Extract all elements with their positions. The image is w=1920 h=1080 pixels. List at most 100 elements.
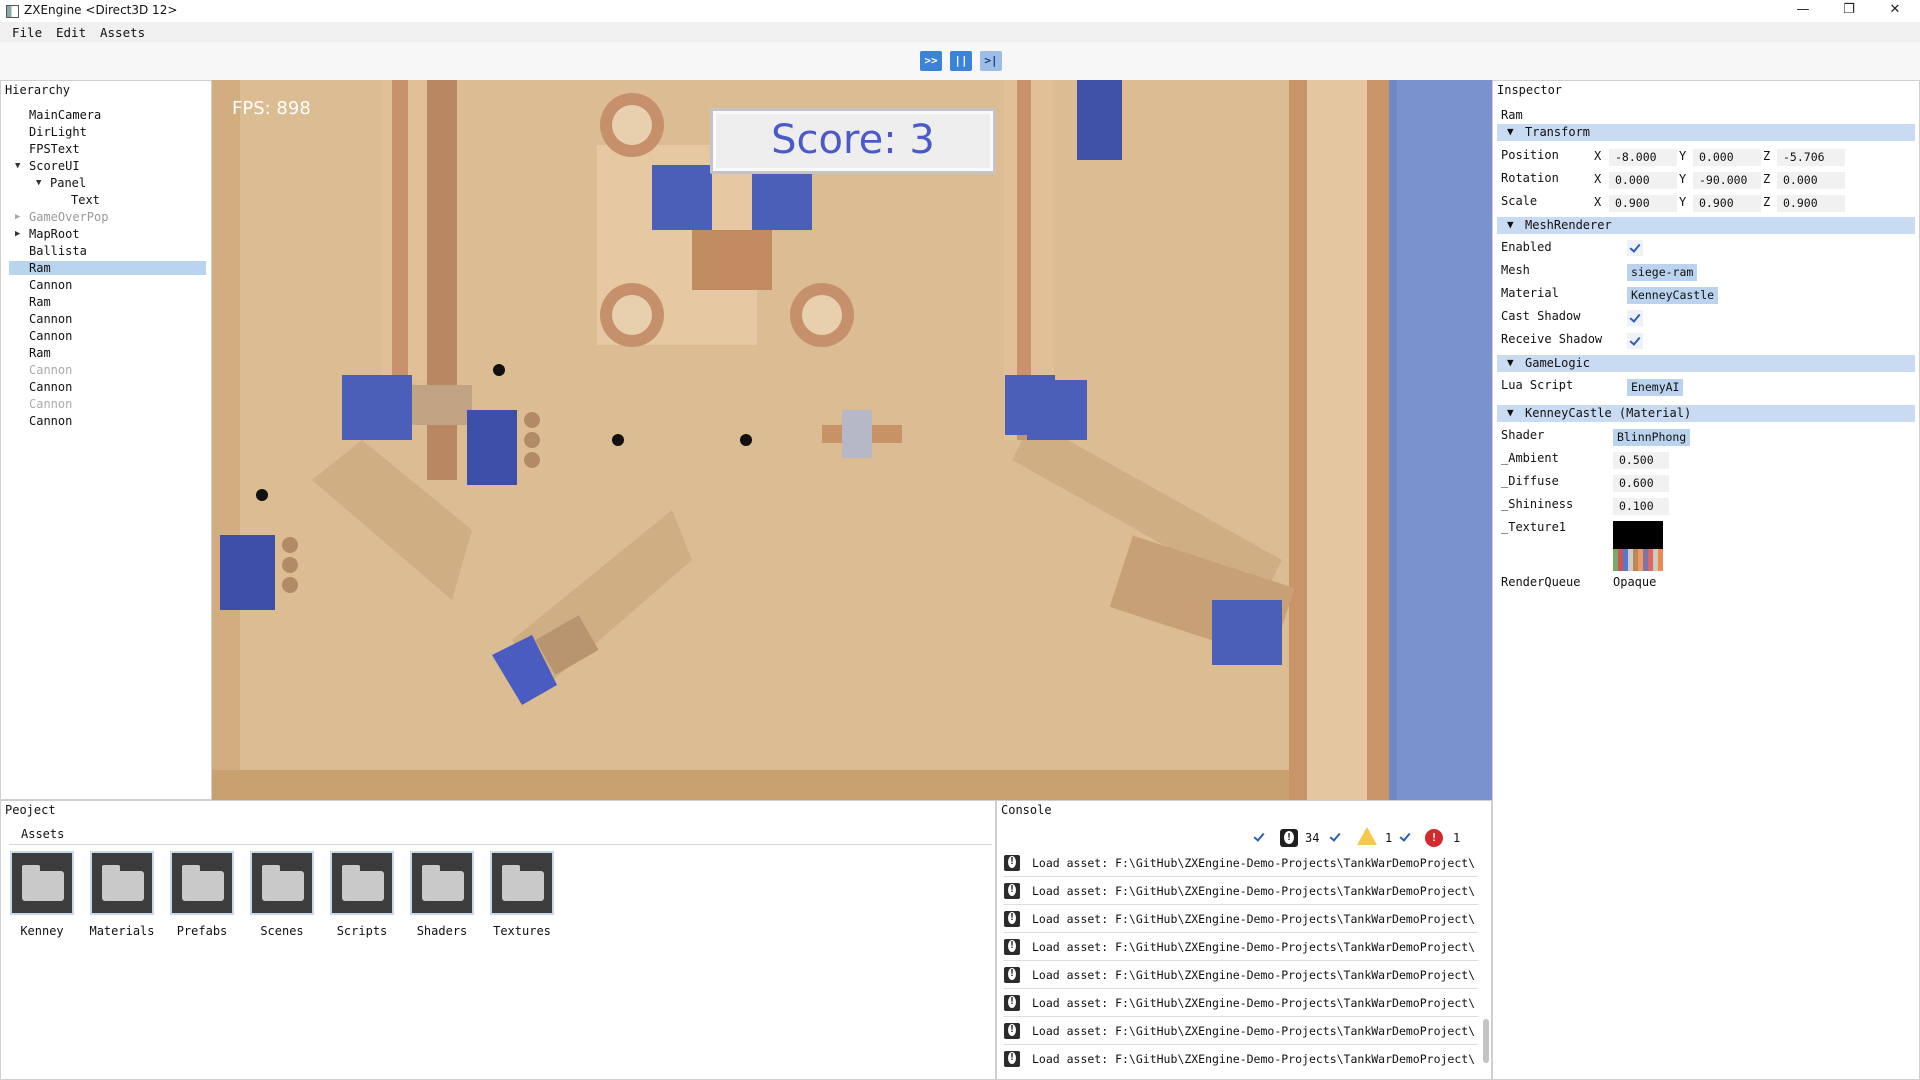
console-line[interactable]: Load asset: F:\GitHub\ZXEngine-Demo-Proj… — [1004, 934, 1478, 961]
expanded-arrow-icon[interactable]: ▼ — [36, 178, 41, 188]
hierarchy-item[interactable]: Cannon — [29, 397, 72, 411]
menu-assets[interactable]: Assets — [100, 25, 145, 40]
pause-button[interactable]: || — [950, 51, 972, 71]
transform-header[interactable]: ▼ Transform — [1497, 124, 1915, 141]
folder-label: Kenney — [20, 924, 64, 938]
lua-script-field[interactable]: EnemyAI — [1627, 379, 1684, 396]
folder-icon[interactable] — [490, 851, 554, 915]
folder-label: Scripts — [336, 924, 388, 938]
hierarchy-item[interactable]: Ram — [29, 346, 51, 360]
console-line[interactable]: Load asset: F:\GitHub\ZXEngine-Demo-Proj… — [1004, 906, 1478, 933]
console-line[interactable]: Load asset: F:\GitHub\ZXEngine-Demo-Proj… — [1004, 962, 1478, 989]
assets-tab[interactable]: Assets — [21, 827, 64, 841]
hierarchy-item[interactable]: Text — [71, 193, 100, 207]
position-x-field[interactable]: -8.000 — [1609, 149, 1677, 166]
console-line[interactable]: Load asset: F:\GitHub\ZXEngine-Demo-Proj… — [1004, 850, 1478, 877]
hierarchy-item[interactable]: Cannon — [29, 363, 72, 377]
hierarchy-item[interactable]: ScoreUI — [29, 159, 80, 173]
shininess-field[interactable]: 0.100 — [1613, 498, 1669, 515]
scale-y-field[interactable]: 0.900 — [1693, 195, 1761, 212]
folder-icon[interactable] — [250, 851, 314, 915]
console-scrollbar[interactable] — [1483, 1019, 1489, 1063]
enabled-checkbox[interactable] — [1627, 240, 1643, 256]
collapse-arrow-icon: ▼ — [1507, 356, 1514, 369]
console-text: Load asset: F:\GitHub\ZXEngine-Demo-Proj… — [1032, 1024, 1476, 1038]
folder-icon[interactable] — [90, 851, 154, 915]
divider — [9, 844, 992, 845]
game-view[interactable]: FPS: 898 Score: 3 — [212, 80, 1492, 800]
hierarchy-item[interactable]: Ram — [29, 295, 51, 309]
hierarchy-item[interactable]: Ballista — [29, 244, 87, 258]
console-line[interactable]: Load asset: F:\GitHub\ZXEngine-Demo-Proj… — [1004, 878, 1478, 905]
gamelogic-header[interactable]: ▼ GameLogic — [1497, 355, 1915, 372]
folder-icon[interactable] — [10, 851, 74, 915]
info-icon — [1004, 1023, 1020, 1039]
hierarchy-item[interactable]: Cannon — [29, 380, 72, 394]
collapsed-arrow-icon[interactable]: ▶ — [15, 229, 20, 239]
info-filter-checkbox[interactable] — [1251, 829, 1267, 845]
play-button[interactable]: >> — [920, 51, 942, 71]
menu-edit[interactable]: Edit — [56, 25, 86, 40]
project-title: Peoject — [5, 803, 56, 817]
console-line[interactable]: Load asset: F:\GitHub\ZXEngine-Demo-Proj… — [1004, 990, 1478, 1017]
collapsed-arrow-icon[interactable]: ▶ — [15, 212, 20, 222]
error-filter-checkbox[interactable] — [1397, 829, 1413, 845]
shader-field[interactable]: BlinnPhong — [1613, 429, 1691, 446]
hierarchy-item[interactable]: Panel — [50, 176, 86, 190]
console-text: Load asset: F:\GitHub\ZXEngine-Demo-Proj… — [1032, 1052, 1476, 1066]
position-y-field[interactable]: 0.000 — [1693, 149, 1761, 166]
console-line[interactable]: Load asset: F:\GitHub\ZXEngine-Demo-Proj… — [1004, 1018, 1478, 1045]
scale-x-field[interactable]: 0.900 — [1609, 195, 1677, 212]
axis-x-label: X — [1594, 195, 1602, 209]
console-line[interactable]: Load asset: F:\GitHub\ZXEngine-Demo-Proj… — [1004, 1046, 1478, 1072]
info-icon: ! — [1280, 829, 1298, 847]
diffuse-field[interactable]: 0.600 — [1613, 475, 1669, 492]
shader-label: Shader — [1501, 428, 1545, 442]
folder-icon[interactable] — [170, 851, 234, 915]
meshrenderer-header[interactable]: ▼ MeshRenderer — [1497, 217, 1915, 234]
cast-shadow-checkbox[interactable] — [1627, 310, 1643, 326]
lua-script-label: Lua Script — [1501, 378, 1574, 392]
hierarchy-item[interactable]: DirLight — [29, 125, 87, 139]
hierarchy-item[interactable]: MapRoot — [29, 227, 80, 241]
rotation-y-field[interactable]: -90.000 — [1693, 172, 1761, 189]
texture-preview[interactable] — [1613, 521, 1663, 571]
cast-shadow-label: Cast Shadow — [1501, 309, 1581, 323]
console-text: Load asset: F:\GitHub\ZXEngine-Demo-Proj… — [1032, 884, 1476, 898]
rotation-z-field[interactable]: 0.000 — [1777, 172, 1845, 189]
material-field[interactable]: KenneyCastle — [1627, 287, 1719, 304]
rotation-x-field[interactable]: 0.000 — [1609, 172, 1677, 189]
hierarchy-item[interactable]: MainCamera — [29, 108, 101, 122]
info-icon — [1004, 883, 1020, 899]
section-label: GameLogic — [1525, 356, 1591, 370]
hierarchy-item-selected[interactable]: Ram — [29, 261, 51, 275]
console-text: Load asset: F:\GitHub\ZXEngine-Demo-Proj… — [1032, 968, 1476, 982]
hierarchy-item[interactable]: FPSText — [29, 142, 80, 156]
axis-y-label: Y — [1679, 195, 1687, 209]
warning-filter-checkbox[interactable] — [1327, 829, 1343, 845]
ambient-field[interactable]: 0.500 — [1613, 452, 1669, 469]
receive-shadow-checkbox[interactable] — [1627, 333, 1643, 349]
folder-icon[interactable] — [330, 851, 394, 915]
hierarchy-item[interactable]: Cannon — [29, 312, 72, 326]
position-z-field[interactable]: -5.706 — [1777, 149, 1845, 166]
warning-icon — [1357, 827, 1377, 845]
folder-icon[interactable] — [410, 851, 474, 915]
position-label: Position — [1501, 148, 1559, 162]
hierarchy-item[interactable]: Cannon — [29, 329, 72, 343]
folder-label: Prefabs — [176, 924, 228, 938]
close-button[interactable]: ✕ — [1872, 0, 1918, 22]
step-button[interactable]: >| — [980, 51, 1002, 71]
hierarchy-item[interactable]: Cannon — [29, 414, 72, 428]
maximize-button[interactable]: ❐ — [1826, 0, 1872, 22]
material-header[interactable]: ▼ KenneyCastle (Material) — [1497, 405, 1915, 422]
hierarchy-item[interactable]: GameOverPop — [29, 210, 108, 224]
expanded-arrow-icon[interactable]: ▼ — [15, 161, 20, 171]
hierarchy-item[interactable]: Cannon — [29, 278, 72, 292]
menu-file[interactable]: File — [12, 25, 42, 40]
scale-z-field[interactable]: 0.900 — [1777, 195, 1845, 212]
minimize-button[interactable]: — — [1780, 0, 1826, 22]
error-icon: ! — [1425, 829, 1443, 847]
warning-count: 1 — [1385, 831, 1393, 845]
mesh-field[interactable]: siege-ram — [1627, 264, 1698, 281]
